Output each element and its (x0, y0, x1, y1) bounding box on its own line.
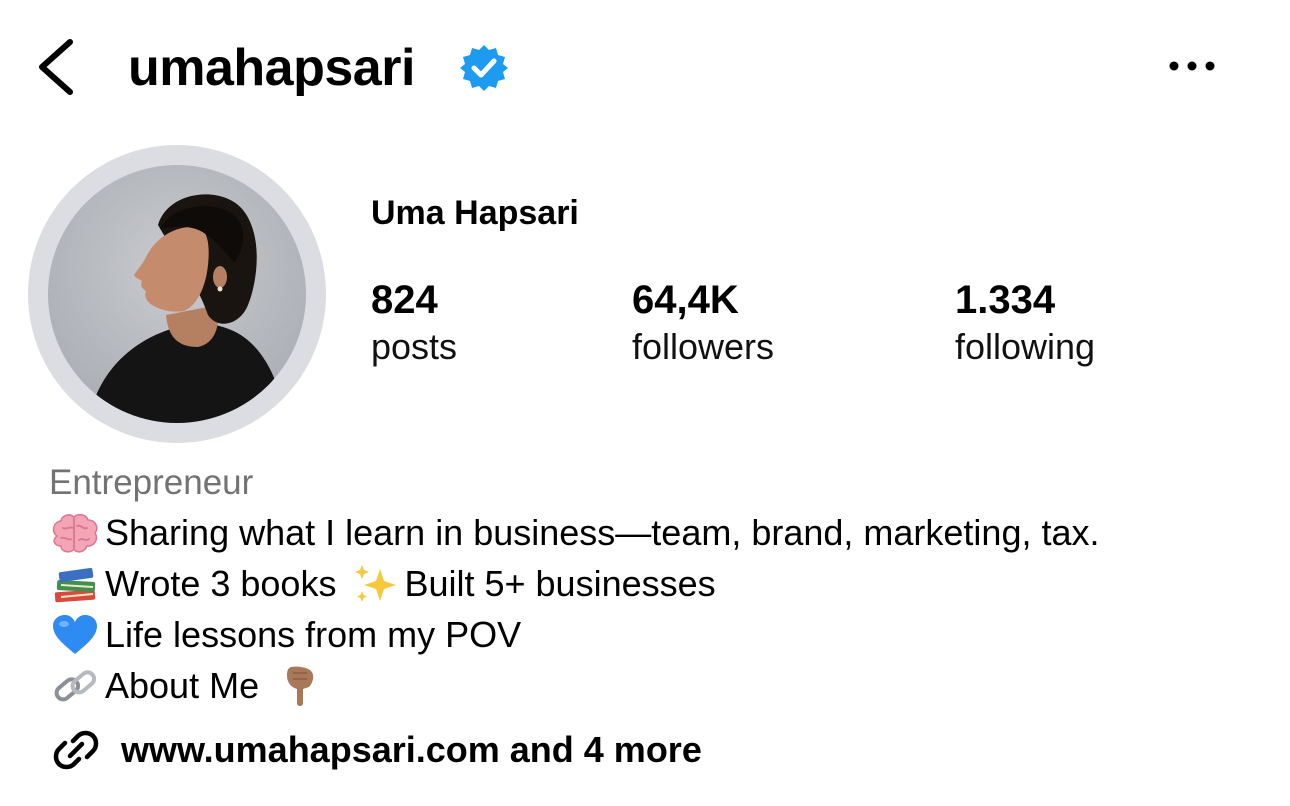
profile-category: Entrepreneur (49, 463, 254, 502)
books-emoji-icon (49, 561, 101, 607)
more-horizontal-icon (1169, 61, 1215, 71)
bio-line: Wrote 3 books Built 5+ businesses (49, 559, 716, 609)
bio-text: About Me (105, 665, 260, 706)
profile-full-name: Uma Hapsari (371, 194, 579, 232)
profile-page: umahapsari Uma Hapsari 824 posts 64,4K f… (0, 0, 1290, 806)
avatar[interactable] (48, 165, 306, 423)
stat-posts[interactable]: 824 posts (371, 276, 457, 370)
posts-count: 824 (371, 278, 438, 322)
blue-heart-emoji-icon (49, 612, 101, 658)
bio-line: About Me (49, 661, 327, 711)
link-text: www.umahapsari.com and 4 more (121, 729, 702, 770)
verified-badge-icon (458, 42, 510, 94)
stat-followers[interactable]: 64,4K followers (632, 276, 774, 370)
following-label: following (955, 326, 1096, 367)
following-count: 1.334 (955, 278, 1056, 322)
bio-line: Sharing what I learn in business—team, b… (49, 508, 1100, 558)
link-emoji-icon (49, 663, 101, 709)
sparkles-emoji-icon (350, 561, 402, 607)
external-link[interactable]: www.umahapsari.com and 4 more (49, 722, 702, 778)
bio-text: Wrote 3 books (105, 563, 337, 604)
bio-text: Built 5+ businesses (404, 563, 716, 604)
pointing-down-emoji-icon (273, 663, 325, 709)
bio-text: Life lessons from my POV (105, 614, 522, 655)
bio-line: Life lessons from my POV (49, 610, 521, 660)
chevron-left-icon (39, 39, 73, 95)
profile-username: umahapsari (128, 39, 415, 97)
avatar-image (48, 165, 306, 423)
bio-text: Sharing what I learn in business—team, b… (105, 512, 1100, 553)
followers-count: 64,4K (632, 278, 739, 322)
posts-label: posts (371, 326, 458, 367)
link-icon (53, 730, 99, 770)
brain-emoji-icon (49, 510, 101, 556)
back-button[interactable] (30, 34, 86, 100)
more-options-button[interactable] (1160, 46, 1224, 86)
followers-label: followers (632, 326, 775, 367)
stat-following[interactable]: 1.334 following (955, 276, 1095, 370)
